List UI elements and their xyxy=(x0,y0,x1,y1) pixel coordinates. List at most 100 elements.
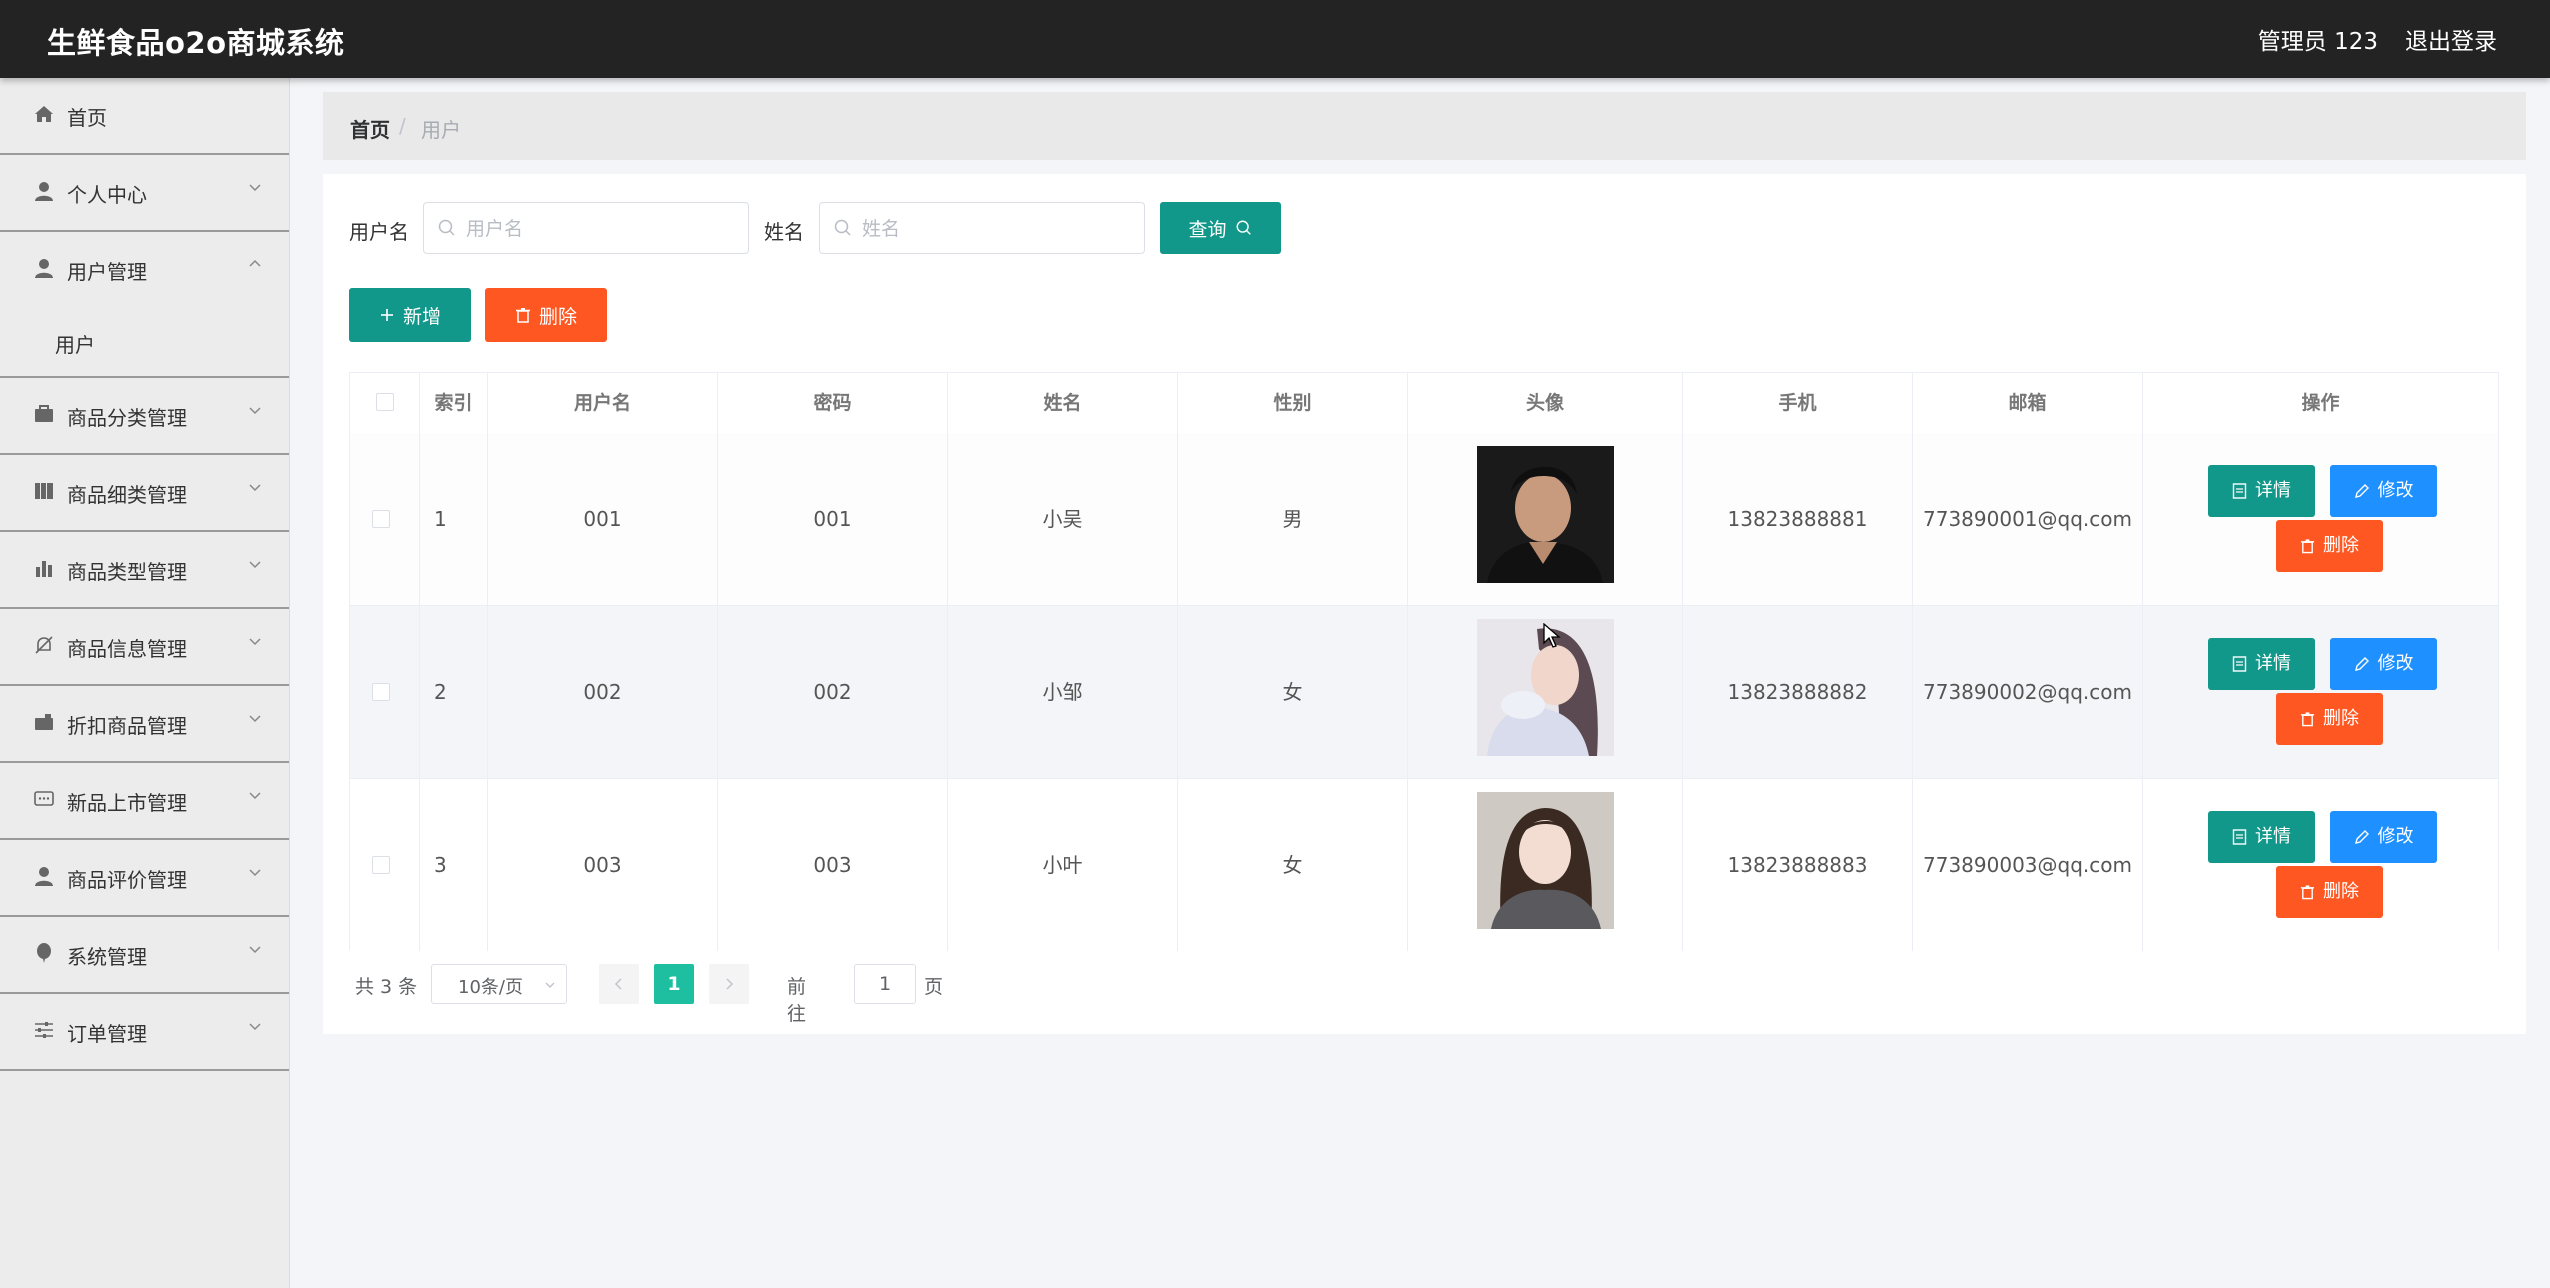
sidebar-item-system[interactable]: 系统管理 xyxy=(0,917,289,994)
pagination-total: 共 3 条 xyxy=(355,976,418,998)
detail-button[interactable]: 详情 xyxy=(2208,465,2315,517)
sidebar-item-label: 个人中心 xyxy=(67,183,147,207)
add-button[interactable]: 新增 xyxy=(349,288,471,342)
cell-password: 003 xyxy=(718,779,948,951)
cell-username: 003 xyxy=(488,779,718,951)
chat-icon xyxy=(34,791,54,806)
document-icon xyxy=(2232,656,2247,672)
cell-password: 001 xyxy=(718,433,948,605)
goto-page-input[interactable]: 1 xyxy=(854,964,916,1004)
book-icon xyxy=(35,483,53,499)
chevron-down-icon xyxy=(249,561,261,569)
logout-link[interactable]: 退出登录 xyxy=(2405,22,2497,56)
delete-button[interactable]: 删除 xyxy=(2276,693,2383,745)
prev-page-button[interactable] xyxy=(599,964,639,1004)
detail-button[interactable]: 详情 xyxy=(2208,638,2315,690)
row-select-cell xyxy=(350,779,420,951)
delete-button[interactable]: 删除 xyxy=(2276,520,2383,572)
name-search-field[interactable] xyxy=(819,202,1145,255)
user-icon xyxy=(35,259,53,278)
wallet-icon xyxy=(35,714,53,730)
header-password: 密码 xyxy=(718,373,948,433)
cell-actions: 详情 修改 删除 xyxy=(2143,779,2498,951)
username-search-input[interactable] xyxy=(464,203,742,255)
cell-index: 3 xyxy=(420,779,488,951)
avatar-image xyxy=(1477,446,1614,583)
chevron-down-icon xyxy=(249,407,261,415)
cell-actions: 详情 修改 删除 xyxy=(2143,433,2498,605)
avatar-image xyxy=(1477,792,1614,929)
header-name: 姓名 xyxy=(948,373,1178,433)
detail-button[interactable]: 详情 xyxy=(2208,811,2315,863)
chevron-down-icon xyxy=(545,982,555,988)
document-icon xyxy=(2232,483,2247,499)
sidebar-item-discount[interactable]: 折扣商品管理 xyxy=(0,686,289,763)
sidebar-item-label: 商品类型管理 xyxy=(67,560,187,584)
next-page-button[interactable] xyxy=(709,964,749,1004)
username-search-field[interactable] xyxy=(423,202,749,255)
sidebar-item-product-info[interactable]: 商品信息管理 xyxy=(0,609,289,686)
cell-phone: 13823888881 xyxy=(1683,433,1913,605)
header-actions: 操作 xyxy=(2301,392,2340,414)
goto-label: 前往 xyxy=(787,976,807,1025)
header-index: 索引 xyxy=(420,373,488,433)
sidebar-subitem-label: 用户 xyxy=(55,333,95,357)
cell-name: 小吴 xyxy=(948,433,1178,605)
sidebar-item-orders[interactable]: 订单管理 xyxy=(0,994,289,1071)
select-all-checkbox[interactable] xyxy=(376,393,394,411)
row-select-cell xyxy=(350,606,420,778)
row-checkbox[interactable] xyxy=(372,856,390,874)
breadcrumb-home[interactable]: 首页 xyxy=(350,114,390,143)
main-content: 用户名 姓名 查询 新增 删除 索引 用户名 密码 姓名 性别 头像 手机 xyxy=(323,174,2526,1034)
row-select-cell xyxy=(350,433,420,605)
current-user: 管理员 123 xyxy=(2257,29,2378,55)
chevron-down-icon xyxy=(249,946,261,954)
user-table: 索引 用户名 密码 姓名 性别 头像 手机 邮箱 操作 1 001 001 小吴… xyxy=(349,372,2499,952)
sidebar-item-label: 新品上市管理 xyxy=(67,791,187,815)
cell-name: 小邹 xyxy=(948,606,1178,778)
sidebar-item-category[interactable]: 商品分类管理 xyxy=(0,378,289,455)
trash-icon xyxy=(2300,712,2315,727)
add-button-label: 新增 xyxy=(402,305,441,328)
home-icon xyxy=(35,106,53,122)
bulk-delete-button[interactable]: 删除 xyxy=(485,288,607,342)
cell-phone: 13823888882 xyxy=(1683,606,1913,778)
username-label: 用户名 xyxy=(349,220,409,244)
sidebar-item-label: 系统管理 xyxy=(67,945,147,969)
sidebar-item-new-products[interactable]: 新品上市管理 xyxy=(0,763,289,840)
sidebar-item-label: 商品评价管理 xyxy=(67,868,187,892)
sidebar-item-label: 商品信息管理 xyxy=(67,637,187,661)
name-search-input[interactable] xyxy=(860,203,1138,255)
sidebar-item-personal-center[interactable]: 个人中心 xyxy=(0,155,289,232)
plus-icon xyxy=(380,309,393,321)
sidebar-item-subcategory[interactable]: 商品细类管理 xyxy=(0,455,289,532)
bell-off-icon xyxy=(35,636,53,654)
chevron-up-icon xyxy=(249,259,261,267)
search-icon xyxy=(834,219,851,236)
page-number-current[interactable]: 1 xyxy=(654,964,694,1004)
sidebar: 首页 个人中心 用户管理 用户 商品分类管理 商品细类管理 商品类型管理 商品信… xyxy=(0,78,290,1288)
sidebar-item-home[interactable]: 首页 xyxy=(0,78,289,155)
query-button[interactable]: 查询 xyxy=(1160,202,1281,254)
search-icon xyxy=(438,219,455,236)
header-gender: 性别 xyxy=(1178,373,1408,433)
sidebar-item-type[interactable]: 商品类型管理 xyxy=(0,532,289,609)
cell-name: 小叶 xyxy=(948,779,1178,951)
sidebar-item-label: 商品分类管理 xyxy=(67,406,187,430)
query-button-label: 查询 xyxy=(1188,218,1227,241)
page-size-value: 10条/页 xyxy=(458,977,523,998)
row-checkbox[interactable] xyxy=(372,683,390,701)
sidebar-item-label: 商品细类管理 xyxy=(67,483,187,507)
page-size-select[interactable]: 10条/页 xyxy=(431,964,567,1004)
user-icon xyxy=(35,182,53,201)
sidebar-item-reviews[interactable]: 商品评价管理 xyxy=(0,840,289,917)
mouse-cursor-icon xyxy=(1543,623,1561,648)
row-checkbox[interactable] xyxy=(372,510,390,528)
header-email: 邮箱 xyxy=(1913,373,2143,433)
trash-icon xyxy=(2300,539,2315,554)
sidebar-item-user-management[interactable]: 用户管理 xyxy=(0,232,289,309)
delete-button[interactable]: 删除 xyxy=(2276,866,2383,918)
sidebar-subitem-user[interactable]: 用户 xyxy=(0,309,289,378)
cell-email: 773890001@qq.com xyxy=(1913,433,2143,605)
cell-index: 1 xyxy=(420,433,488,605)
